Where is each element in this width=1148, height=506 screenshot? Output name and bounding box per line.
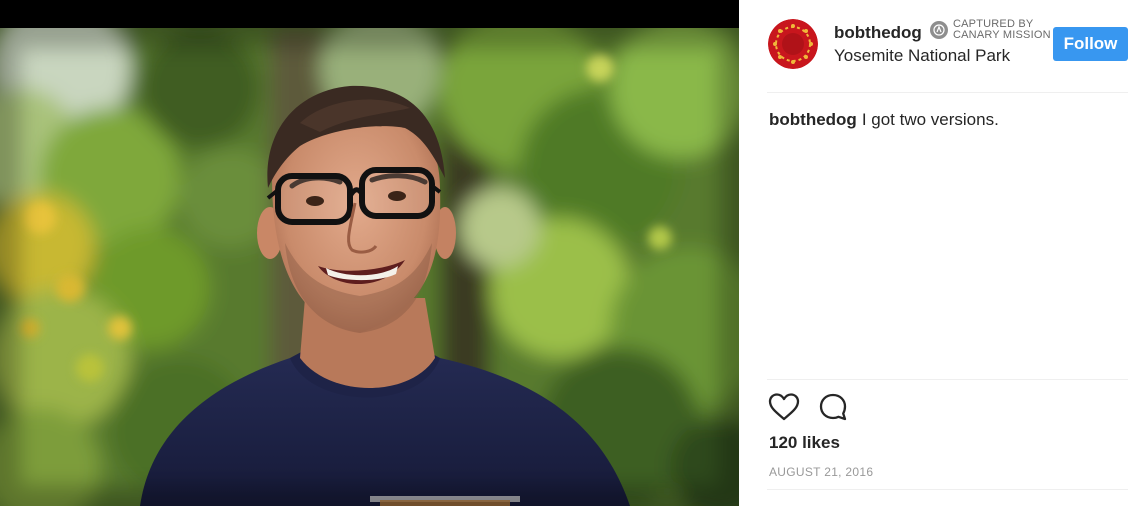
canary-badge-icon (930, 21, 948, 39)
captured-by-text: CAPTURED BY CANARY MISSION (953, 19, 1053, 41)
post-photo[interactable] (0, 0, 739, 506)
canary-mission-logo (768, 19, 818, 69)
follow-button[interactable]: Follow (1053, 27, 1128, 61)
comment-icon[interactable] (817, 391, 849, 423)
location-link[interactable]: Yosemite National Park (834, 46, 1010, 66)
caption-text: I got two versions. (861, 110, 999, 129)
actions-divider (767, 379, 1128, 380)
captured-by-line2: CANARY MISSION (953, 29, 1051, 41)
avatar[interactable] (768, 19, 818, 69)
username-link[interactable]: bobthedog (834, 23, 922, 43)
post-sidebar: bobthedog CAPTURED BY CANARY MISSION Yos… (739, 0, 1148, 506)
portrait-image (0, 28, 739, 506)
footer-divider (767, 489, 1128, 490)
likes-count[interactable]: 120 likes (769, 433, 840, 453)
photo-top-bar (0, 0, 739, 28)
header-divider (767, 92, 1128, 93)
heart-icon[interactable] (768, 391, 800, 423)
post-date[interactable]: AUGUST 21, 2016 (769, 465, 873, 479)
captured-by-badge: CAPTURED BY CANARY MISSION (930, 19, 1053, 41)
post-actions (768, 391, 849, 423)
caption-username-link[interactable]: bobthedog (769, 110, 857, 129)
post-caption: bobthedog I got two versions. (769, 110, 999, 130)
